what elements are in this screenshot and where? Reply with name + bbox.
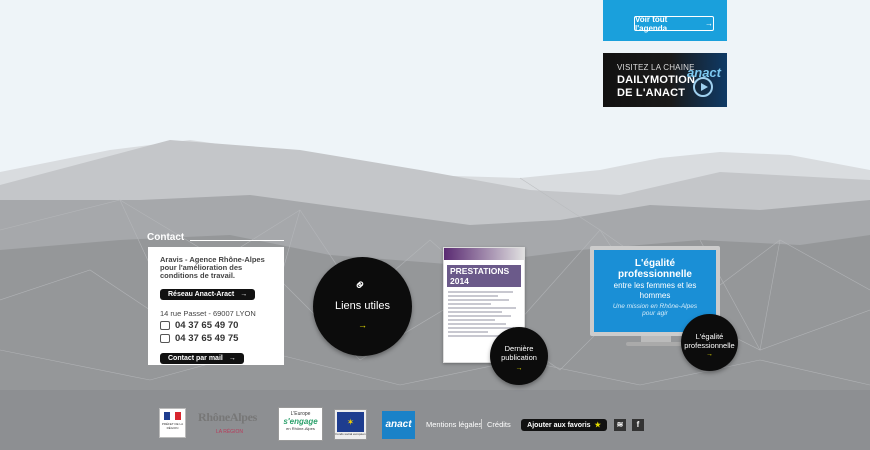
contact-phone-row: 04 37 65 49 70	[160, 320, 272, 331]
liens-utiles-button[interactable]: ⚭ Liens utiles →	[313, 257, 412, 356]
monitor-base	[626, 342, 686, 346]
agenda-button-label: Voir tout l'agenda	[635, 14, 668, 33]
contact-fax: 04 37 65 49 75	[175, 333, 239, 344]
background-mountains	[0, 140, 870, 450]
network-button[interactable]: Réseau Anact-Aract →	[160, 289, 256, 300]
contact-phone: 04 37 65 49 70	[175, 320, 239, 331]
arrow-right-icon: →	[705, 19, 713, 28]
publication-title: PRESTATIONS 2014	[447, 265, 521, 287]
dailymotion-line2: DAILYMOTION	[617, 74, 696, 86]
europe-engage-t2: s'engage	[283, 417, 318, 426]
fax-icon	[160, 334, 170, 343]
play-icon	[693, 77, 713, 97]
arrow-right-icon: →	[515, 365, 523, 372]
eu-flag-logo[interactable]: ✶ Fonds social européen	[334, 409, 367, 440]
egalite-title-2: professionnelle	[618, 269, 692, 280]
link-icon: ⚭	[350, 274, 372, 296]
arrow-right-icon: →	[706, 351, 713, 358]
contact-title: Contact	[147, 232, 185, 243]
arrow-right-icon: →	[358, 320, 367, 330]
egalite-button-label-1: L'égalité	[695, 332, 724, 341]
egalite-button-label: L'égalité professionnelle	[681, 332, 738, 350]
egalite-sub-2: hommes	[639, 291, 671, 300]
french-flag-icon	[164, 412, 182, 420]
derniere-publication-label: Dernière publication	[490, 344, 548, 362]
egalite-button-label-2: professionnelle	[684, 341, 735, 350]
mentions-legales-link[interactable]: Mentions légales	[426, 420, 482, 429]
arrow-right-icon: →	[240, 291, 248, 298]
dailymotion-line3: DE L'ANACT	[617, 87, 686, 99]
mail-button-label: Contact par mail	[168, 355, 223, 362]
contact-org: Aravis - Agence Rhône-Alpes pour l'améli…	[160, 255, 265, 280]
egalite-sub-1: entre les femmes et les	[613, 281, 697, 290]
facebook-icon[interactable]: f	[632, 419, 644, 431]
rhonealpes-logo[interactable]: RhôneAlpes	[198, 410, 257, 425]
liens-utiles-label: Liens utiles	[334, 300, 391, 312]
europe-engage-t3: en Rhône-Alpes	[286, 426, 315, 431]
rhonealpes-logo-sub: LA RÉGION	[216, 429, 243, 435]
publication-header-band	[444, 248, 524, 260]
agenda-button[interactable]: Voir tout l'agenda →	[634, 14, 714, 33]
prefet-logo[interactable]: PRÉFET DE LA RÉGION	[159, 408, 186, 438]
europe-engage-logo[interactable]: L'Europe s'engage en Rhône-Alpes	[278, 407, 323, 441]
contact-divider	[190, 240, 284, 241]
favorites-button-label: Ajouter aux favoris	[527, 421, 591, 429]
derniere-publication-button[interactable]: Dernière publication →	[490, 327, 548, 385]
rss-icon[interactable]: ≋	[614, 419, 626, 431]
egalite-title-1: L'égalité	[634, 258, 676, 269]
anact-logo[interactable]: anact	[382, 411, 415, 439]
derniere-publication-label-1: Dernière	[504, 344, 534, 353]
prefet-logo-text: PRÉFET DE LA RÉGION	[161, 422, 184, 430]
agenda-panel: Voir tout l'agenda →	[603, 0, 727, 41]
derniere-publication-label-2: publication	[501, 353, 537, 362]
phone-icon	[160, 321, 170, 330]
eu-flag-icon: ✶	[337, 412, 364, 432]
egalite-tag-1: Une mission en Rhône-Alpes	[612, 303, 698, 310]
favorites-button[interactable]: Ajouter aux favoris ★	[521, 419, 607, 431]
eu-flag-text: Fonds social européen	[335, 432, 366, 436]
star-icon: ★	[594, 422, 601, 429]
egalite-button[interactable]: L'égalité professionnelle →	[681, 314, 738, 371]
mail-button[interactable]: Contact par mail →	[160, 353, 244, 364]
network-button-label: Réseau Anact-Aract	[168, 291, 235, 298]
contact-fax-row: 04 37 65 49 75	[160, 333, 272, 344]
footer-separator	[481, 419, 482, 429]
contact-address: 14 rue Passet - 69007 LYON	[160, 309, 256, 318]
arrow-right-icon: →	[228, 355, 236, 362]
credits-link[interactable]: Crédits	[487, 420, 511, 429]
dailymotion-banner[interactable]: VISITEZ LA CHAINE DAILYMOTION DE L'ANACT…	[603, 53, 727, 107]
contact-card: Aravis - Agence Rhône-Alpes pour l'améli…	[148, 247, 284, 365]
dailymotion-line1: VISITEZ LA CHAINE	[617, 63, 695, 72]
